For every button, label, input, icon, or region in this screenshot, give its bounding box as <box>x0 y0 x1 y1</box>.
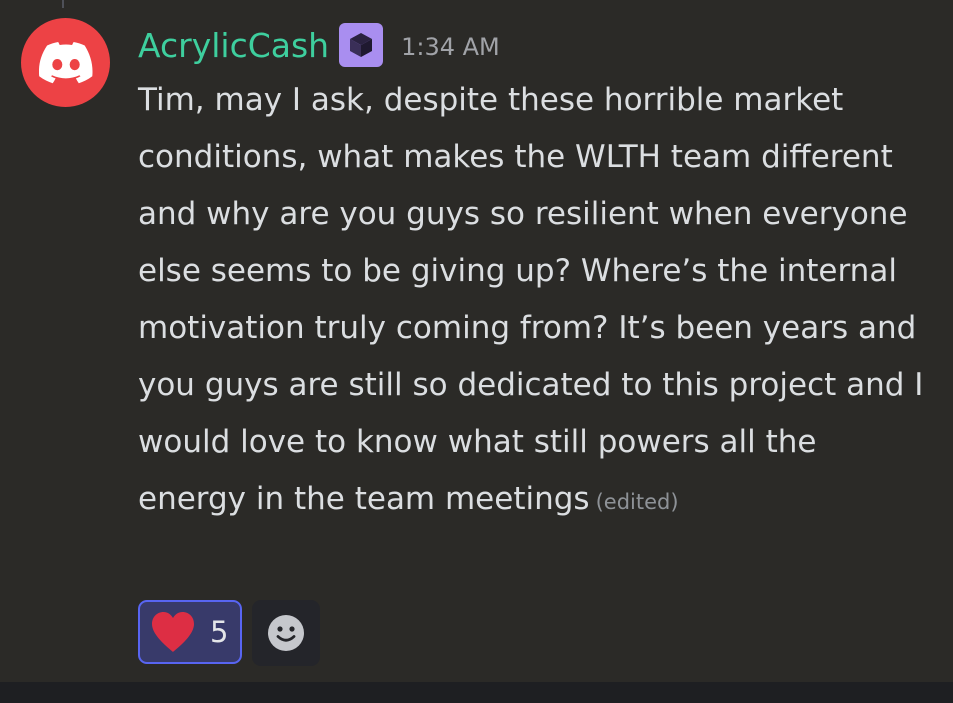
role-badge[interactable] <box>339 23 384 67</box>
chat-view: AcrylicCash 1:34 AM Tim, may I ask, desp… <box>0 0 953 703</box>
reactions-bar: 5 <box>138 600 320 666</box>
edited-label: (edited) <box>595 490 679 514</box>
reaction-count: 5 <box>210 615 229 649</box>
smiley-face-icon <box>268 615 304 651</box>
avatar[interactable] <box>21 18 110 107</box>
red-heart-icon <box>152 612 194 652</box>
username[interactable]: AcrylicCash <box>138 26 329 65</box>
message-header: AcrylicCash 1:34 AM <box>138 20 500 70</box>
bottom-bar <box>0 682 953 703</box>
message-content: Tim, may I ask, despite these horrible m… <box>138 72 928 531</box>
discord-logo-icon <box>38 41 93 83</box>
cube-icon <box>350 33 373 57</box>
message-text: Tim, may I ask, despite these horrible m… <box>138 82 924 517</box>
reply-thread-line <box>62 0 64 8</box>
reaction-heart[interactable]: 5 <box>138 600 242 664</box>
message-timestamp[interactable]: 1:34 AM <box>401 29 500 61</box>
add-reaction-button[interactable] <box>252 600 320 666</box>
